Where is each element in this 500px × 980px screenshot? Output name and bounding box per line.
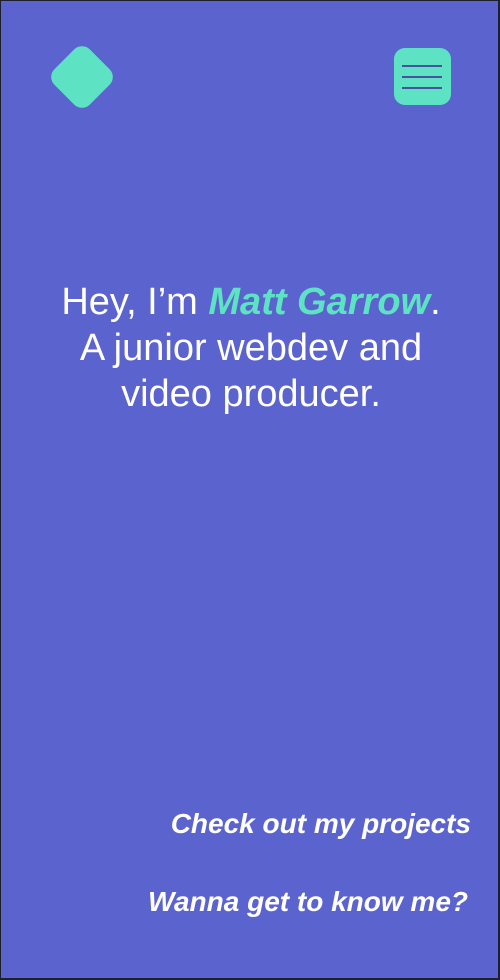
greeting-suffix: . [430,281,441,323]
projects-link[interactable]: Check out my projects [171,808,471,840]
hero-line-2: A junior webdev and [79,327,423,369]
hero-line-1: Hey, I’m Matt Garrow. [1,279,498,325]
menu-button[interactable] [394,48,451,105]
hero-name: Matt Garrow [208,281,431,323]
greeting-prefix: Hey, I’m [61,281,209,323]
landing-page: Hey, I’m Matt Garrow. A junior webdev an… [0,0,500,980]
hero-line-3: video producer. [121,373,381,415]
hero-intro: Hey, I’m Matt Garrow. A junior webdev an… [1,279,498,417]
about-link[interactable]: Wanna get to know me? [148,886,468,918]
diamond-logo-icon[interactable] [47,42,117,112]
